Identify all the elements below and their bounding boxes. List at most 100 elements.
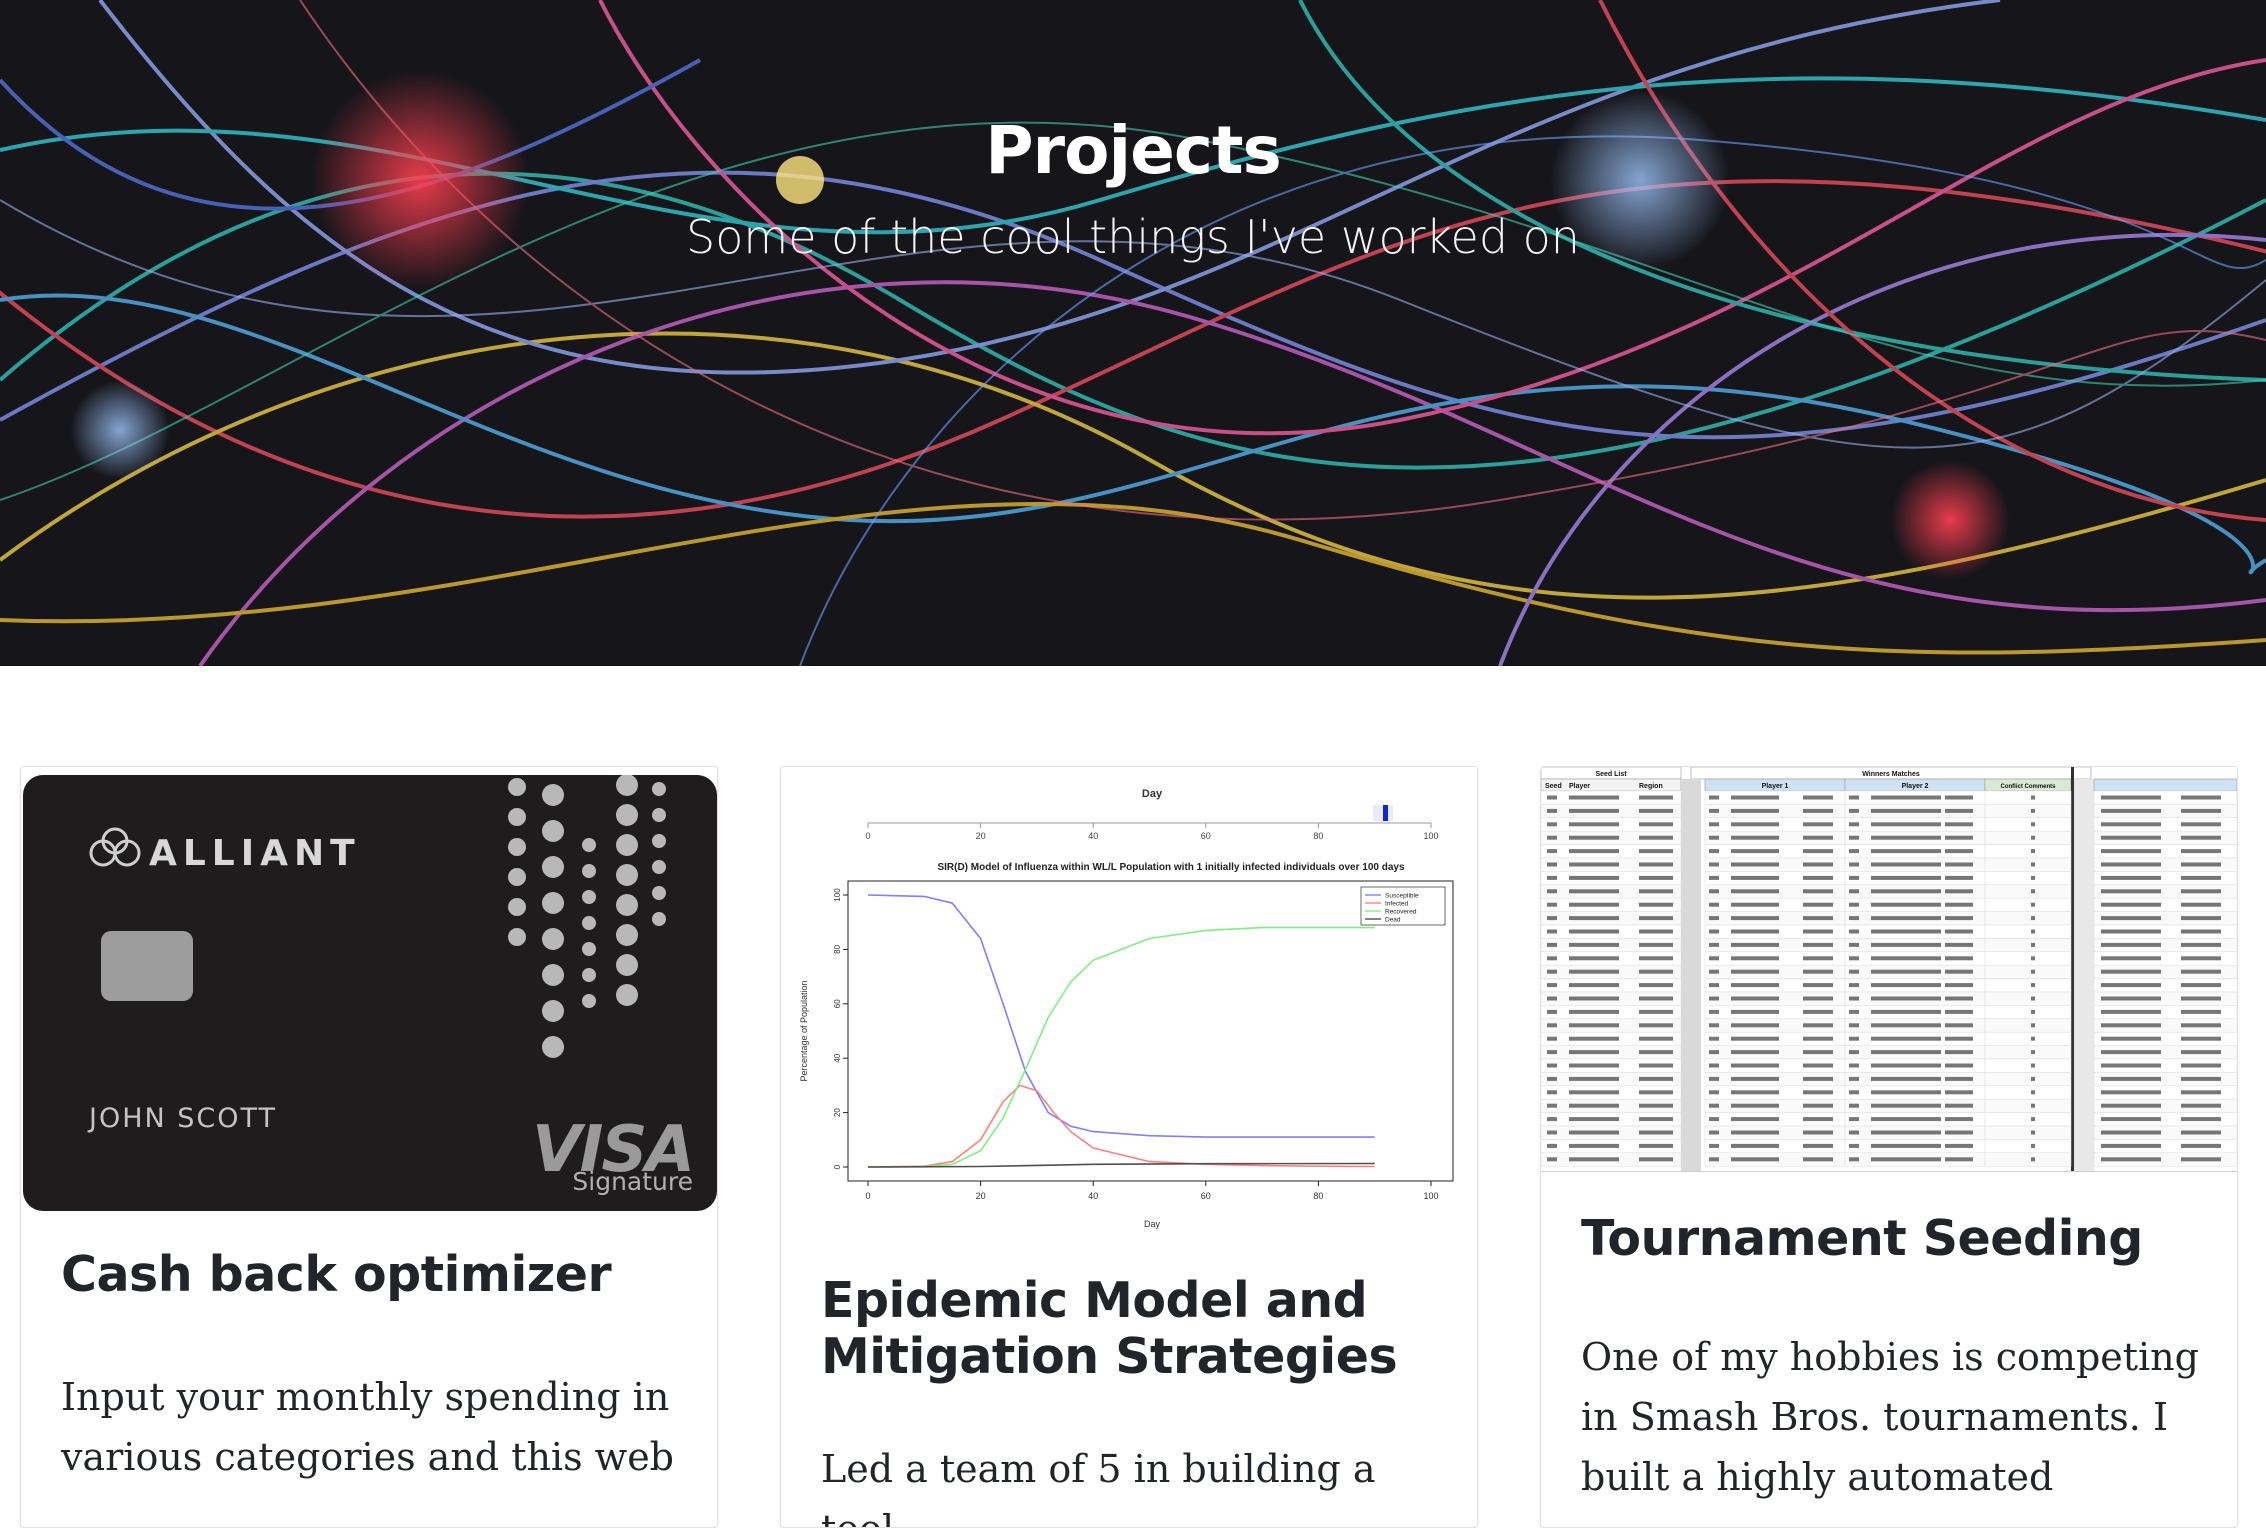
sheet-cell-text bbox=[2031, 969, 2035, 974]
sheet-cell-text bbox=[1871, 835, 1941, 840]
sheet-cell-text bbox=[2181, 1117, 2221, 1122]
sheet-cell-text bbox=[2101, 808, 2161, 813]
sheet-cell-text bbox=[2101, 969, 2161, 974]
y-axis-label: Percentage of Population bbox=[799, 980, 809, 1081]
sheet-cell-text bbox=[1803, 808, 1833, 813]
sheet-cell-text bbox=[2031, 983, 2035, 988]
project-description: One of my hobbies is competing in Smash … bbox=[1581, 1335, 2199, 1499]
sheet-cell-text bbox=[1547, 1009, 1557, 1014]
sheet-cell-text bbox=[2031, 1063, 2035, 1068]
y-tick-label: 0 bbox=[833, 1164, 842, 1169]
sheet-cell-text bbox=[2031, 862, 2035, 867]
legend-label: Susceptible bbox=[1385, 893, 1419, 900]
sheet-cell bbox=[1984, 884, 2072, 899]
sheet-cell-text bbox=[1547, 795, 1557, 800]
sheet-cell-text bbox=[1709, 1050, 1719, 1055]
sheet-cell bbox=[1984, 1058, 2072, 1073]
sheet-cell-text bbox=[1731, 1103, 1779, 1108]
sheet-cell-text bbox=[2031, 889, 2035, 894]
project-title[interactable]: Epidemic Model and Mitigation Strategies bbox=[821, 1273, 1447, 1385]
sheet-cell-text bbox=[1945, 1130, 1973, 1135]
sheet-cell-text bbox=[1547, 1130, 1557, 1135]
sheet-cell-text bbox=[1709, 875, 1719, 880]
sheet-cell-text bbox=[2101, 983, 2161, 988]
sheet-cell-text bbox=[2101, 1117, 2161, 1122]
sheet-cell-text bbox=[1803, 1130, 1833, 1135]
project-title[interactable]: Cash back optimizer bbox=[61, 1247, 687, 1303]
sheet-cell-text bbox=[1547, 849, 1557, 854]
sheet-cell-text bbox=[1639, 1143, 1673, 1148]
project-title[interactable]: Tournament Seeding bbox=[1581, 1211, 2207, 1267]
sheet-cell-text bbox=[1871, 1157, 1941, 1162]
sheet-cell-text bbox=[1945, 808, 1973, 813]
alliant-logo-icon bbox=[89, 827, 141, 867]
sheet-cell-text bbox=[1871, 822, 1941, 827]
sheet-cell-text bbox=[1871, 942, 1941, 947]
day-slider-handle[interactable] bbox=[1383, 805, 1388, 821]
sheet-cell-text bbox=[1803, 1157, 1833, 1162]
sheet-cell-text bbox=[1945, 983, 1973, 988]
sheet-cell-text bbox=[2031, 1143, 2035, 1148]
sheet-cell-text bbox=[1945, 929, 1973, 934]
sheet-cell bbox=[1984, 1112, 2072, 1127]
sheet-cell-text bbox=[1547, 1103, 1557, 1108]
sheet-cell-text bbox=[2181, 889, 2221, 894]
sheet-cell-text bbox=[1709, 1009, 1719, 1014]
sheet-cell-text bbox=[1709, 1130, 1719, 1135]
sheet-cell-text bbox=[1547, 1117, 1557, 1122]
sheet-cell-text bbox=[1639, 862, 1673, 867]
sheet-cell-text bbox=[2101, 929, 2161, 934]
slider-tick-label: 0 bbox=[865, 831, 870, 841]
sheet-cell-text bbox=[1547, 822, 1557, 827]
sheet-cell-text bbox=[2031, 1090, 2035, 1095]
sheet-cell-text bbox=[1639, 1050, 1673, 1055]
sheet-header-winners-matches: Winners Matches bbox=[1862, 771, 1920, 778]
sheet-cell-text bbox=[2181, 1009, 2221, 1014]
y-tick-label: 100 bbox=[833, 888, 842, 902]
sheet-cell-text bbox=[1945, 916, 1973, 921]
sheet-cell bbox=[1984, 1098, 2072, 1113]
project-description: Input your monthly spending in various c… bbox=[61, 1375, 675, 1479]
sheet-cell-text bbox=[1709, 1076, 1719, 1081]
sheet-cell-text bbox=[2101, 1143, 2161, 1148]
sheet-cell-text bbox=[2031, 996, 2035, 1001]
sheet-cell-text bbox=[1945, 1090, 1973, 1095]
y-tick-label: 80 bbox=[833, 944, 842, 953]
sheet-cell-text bbox=[1569, 1130, 1619, 1135]
sheet-cell-text bbox=[1547, 929, 1557, 934]
sheet-cell-text bbox=[2101, 916, 2161, 921]
sheet-cell-text bbox=[2101, 1063, 2161, 1068]
sheet-cell-text bbox=[1803, 956, 1833, 961]
sheet-cell-text bbox=[1803, 916, 1833, 921]
slider-tick-label: 20 bbox=[976, 831, 986, 841]
legend-label: Infected bbox=[1385, 901, 1409, 908]
slider-tick-label: 60 bbox=[1201, 831, 1211, 841]
x-tick-label: 20 bbox=[976, 1191, 986, 1201]
sheet-cell-text bbox=[1731, 822, 1779, 827]
sheet-cell-text bbox=[2101, 849, 2161, 854]
project-card-epidemic[interactable]: Day 0 20 40 60 80 100 SIR(D) Model of Influen… bbox=[780, 766, 1478, 1528]
sheet-cell-text bbox=[1803, 835, 1833, 840]
sheet-cell-text bbox=[2031, 1103, 2035, 1108]
sheet-cell-text bbox=[1569, 1117, 1619, 1122]
sheet-cell-text bbox=[1709, 1143, 1719, 1148]
project-card-tournament[interactable]: Seed List Winners Matches Player 1 Playe… bbox=[1540, 766, 2238, 1528]
sheet-cell-text bbox=[2181, 1090, 2221, 1095]
sheet-cell-text bbox=[1569, 956, 1619, 961]
sheet-cell-text bbox=[1639, 822, 1673, 827]
legend-label: Dead bbox=[1385, 917, 1401, 924]
sheet-cell-text bbox=[2181, 956, 2221, 961]
sheet-cell-text bbox=[1547, 969, 1557, 974]
project-card-cash-back[interactable]: ALLIANT JOHN SCOTT VISA Signature Cash b… bbox=[20, 766, 718, 1528]
sheet-cell-text bbox=[1731, 875, 1779, 880]
sheet-cell-text bbox=[1731, 1157, 1779, 1162]
sheet-cell-text bbox=[1803, 795, 1833, 800]
sheet-cell-text bbox=[1849, 1050, 1859, 1055]
sheet-cell bbox=[1984, 951, 2072, 966]
sheet-cell-text bbox=[1569, 1063, 1619, 1068]
sheet-cell-text bbox=[1871, 1036, 1941, 1041]
sheet-cell-text bbox=[1871, 1130, 1941, 1135]
sheet-cell-text bbox=[1803, 1036, 1833, 1041]
sheet-cell bbox=[1984, 1125, 2072, 1140]
sheet-cell-text bbox=[2181, 1143, 2221, 1148]
